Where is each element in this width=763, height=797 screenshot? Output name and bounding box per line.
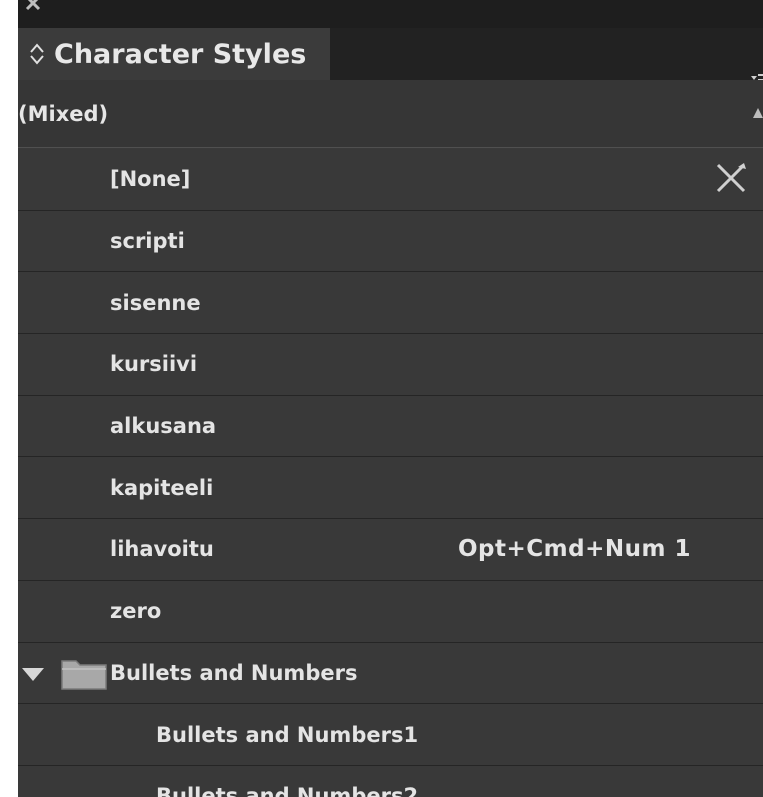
- character-styles-panel: Character Styles (Mixed) [None] scripti …: [18, 0, 763, 797]
- style-item-none[interactable]: [None]: [18, 149, 763, 211]
- style-label: [None]: [110, 167, 191, 192]
- style-item[interactable]: lihavoitu Opt+Cmd+Num 1: [18, 519, 763, 581]
- style-label: kursiivi: [110, 352, 198, 377]
- style-item[interactable]: scripti: [18, 210, 763, 273]
- style-item[interactable]: alkusana: [18, 395, 763, 458]
- style-label: kapiteeli: [110, 475, 214, 500]
- style-list: [None] scripti sisenne kursiivi alkusana…: [18, 149, 763, 797]
- folder-icon: [61, 659, 107, 690]
- style-label: lihavoitu: [110, 537, 214, 562]
- style-label: alkusana: [110, 414, 217, 439]
- style-label: sisenne: [110, 290, 201, 315]
- tab-character-styles[interactable]: Character Styles: [18, 28, 330, 80]
- triangle-down-icon[interactable]: [22, 666, 44, 682]
- style-label: zero: [110, 599, 162, 624]
- style-shortcut: Opt+Cmd+Num 1: [458, 536, 691, 563]
- panel-tab-row: Character Styles: [18, 28, 763, 86]
- scroll-up-icon[interactable]: [753, 108, 763, 122]
- style-item[interactable]: kursiivi: [18, 334, 763, 396]
- style-label: scripti: [110, 229, 185, 254]
- tab-label: Character Styles: [54, 38, 307, 70]
- style-label: Bullets and Numbers1: [156, 722, 419, 747]
- style-item[interactable]: zero: [18, 580, 763, 643]
- brush-cross-icon: [716, 163, 746, 193]
- style-item-child[interactable]: Bullets and Numbers2: [18, 765, 763, 797]
- style-group-bullets-and-numbers[interactable]: Bullets and Numbers: [18, 642, 763, 705]
- style-item[interactable]: sisenne: [18, 272, 763, 335]
- close-icon[interactable]: [24, 0, 42, 12]
- style-item-child[interactable]: Bullets and Numbers1: [18, 704, 763, 766]
- current-style-field: (Mixed): [18, 80, 763, 148]
- current-style-value: (Mixed): [18, 101, 109, 126]
- updown-arrows-icon: [30, 43, 44, 65]
- group-label: Bullets and Numbers: [110, 660, 358, 685]
- style-item[interactable]: kapiteeli: [18, 457, 763, 520]
- panel-top-strip: [18, 0, 763, 28]
- style-label: Bullets and Numbers2: [156, 784, 419, 797]
